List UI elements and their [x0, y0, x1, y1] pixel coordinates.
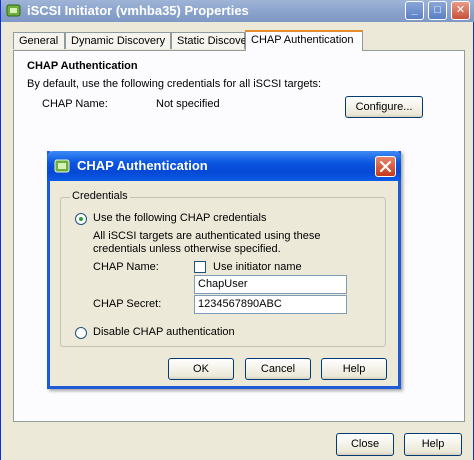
dialog-title: CHAP Authentication [77, 158, 208, 173]
credentials-group: Credentials Use the following CHAP crede… [60, 190, 386, 347]
window-title: iSCSI Initiator (vmhba35) Properties [27, 3, 249, 18]
dialog-help-button[interactable]: Help [321, 358, 387, 380]
use-initiator-name-checkbox[interactable] [194, 261, 206, 273]
use-chap-label[interactable]: Use the following CHAP credentials [93, 212, 266, 224]
chap-dialog: CHAP Authentication Credentials Use the … [47, 151, 401, 389]
cancel-button[interactable]: Cancel [245, 358, 311, 380]
dialog-chap-name-label: CHAP Name: [93, 261, 159, 273]
tab-dynamic-discovery[interactable]: Dynamic Discovery [65, 32, 171, 49]
configure-button[interactable]: Configure... [345, 96, 423, 118]
info-line-2: credentials unless otherwise specified. [93, 243, 281, 255]
window-close-button[interactable]: ✕ [451, 1, 470, 20]
properties-window: iSCSI Initiator (vmhba35) Properties _ □… [0, 0, 474, 460]
ok-button[interactable]: OK [168, 358, 234, 380]
use-chap-radio[interactable] [75, 213, 87, 225]
info-line-1: All iSCSI targets are authenticated usin… [93, 230, 321, 242]
minimize-button[interactable]: _ [405, 1, 424, 20]
close-button[interactable]: Close [336, 433, 394, 456]
chap-secret-label: CHAP Secret: [93, 298, 162, 310]
disable-chap-radio[interactable] [75, 327, 87, 339]
chap-secret-input[interactable]: 1234567890ABC [194, 295, 347, 314]
maximize-button[interactable]: □ [428, 1, 447, 20]
dialog-titlebar[interactable]: CHAP Authentication [47, 151, 401, 181]
tab-general[interactable]: General [13, 32, 65, 49]
chap-icon [54, 159, 70, 173]
chap-name-value: Not specified [156, 98, 220, 110]
chap-name-input[interactable]: ChapUser [194, 275, 347, 294]
tab-static-discovery[interactable]: Static Discovery [171, 32, 256, 49]
help-button[interactable]: Help [404, 433, 462, 456]
iscsi-icon [6, 4, 21, 17]
panel-description: By default, use the following credential… [27, 78, 322, 90]
dialog-close-button[interactable] [375, 156, 396, 177]
tab-chap-authentication[interactable]: CHAP Authentication [245, 30, 363, 51]
chap-name-label: CHAP Name: [42, 98, 108, 110]
window-titlebar[interactable]: iSCSI Initiator (vmhba35) Properties _ □… [1, 0, 474, 22]
panel-heading: CHAP Authentication [27, 60, 138, 72]
use-initiator-name-label[interactable]: Use initiator name [213, 261, 302, 273]
disable-chap-label[interactable]: Disable CHAP authentication [93, 326, 235, 338]
close-icon [379, 160, 392, 173]
credentials-legend: Credentials [70, 190, 130, 202]
